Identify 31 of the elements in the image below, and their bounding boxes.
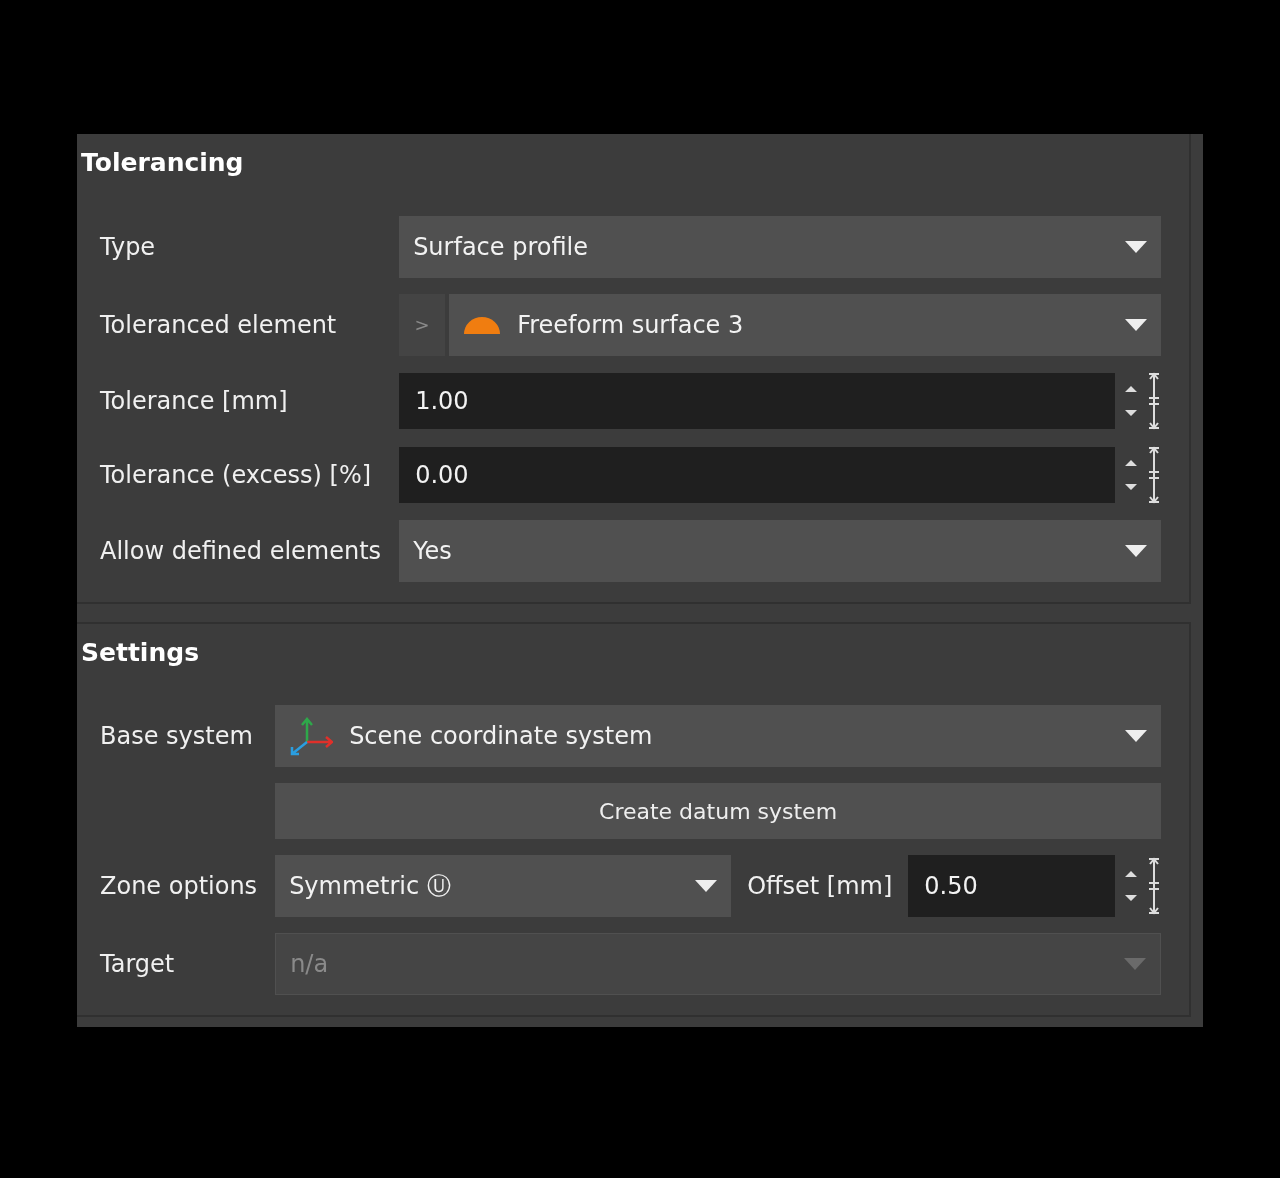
dropdown[interactable]: Scene coordinate system (275, 705, 1161, 767)
caret-icon (1125, 544, 1147, 557)
number-field[interactable]: 0.00 (399, 446, 1115, 503)
dropdown: n/a (275, 933, 1161, 995)
field-label: Type (100, 231, 157, 263)
dropdown[interactable]: Freeform surface 3 (449, 293, 1161, 356)
caret-icon (695, 880, 718, 892)
section-title: Tolerancing (80, 147, 245, 179)
field-label: Tolerance [mm] (100, 385, 289, 417)
caret-icon (1125, 730, 1147, 742)
dropdown[interactable]: Yes (399, 519, 1161, 582)
field-label: Zone options (100, 871, 258, 902)
caret-icon (1125, 318, 1147, 331)
field-label: Allow defined elements (100, 535, 382, 567)
caret-icon (1124, 958, 1146, 970)
field-label: Offset [mm] (747, 871, 893, 902)
range-icon (1147, 371, 1161, 430)
number-field[interactable]: 0.50 (908, 855, 1115, 917)
field-label: Base system (100, 721, 254, 752)
caret-icon (1125, 240, 1147, 253)
dropdown[interactable]: Surface profile (399, 215, 1161, 278)
range-icon (1147, 445, 1161, 504)
number-field[interactable]: 1.00 (399, 372, 1115, 429)
field-label: Target (100, 949, 176, 980)
dropdown[interactable]: Symmetric Ⓤ (275, 855, 732, 917)
field-label: Toleranced element (100, 309, 338, 341)
field-label: Tolerance (excess) [%] (100, 459, 373, 491)
create-datum-button[interactable]: Create datum system (275, 783, 1161, 839)
range-icon (1147, 857, 1161, 915)
axes-icon (289, 716, 334, 756)
section-title: Settings (80, 636, 200, 669)
